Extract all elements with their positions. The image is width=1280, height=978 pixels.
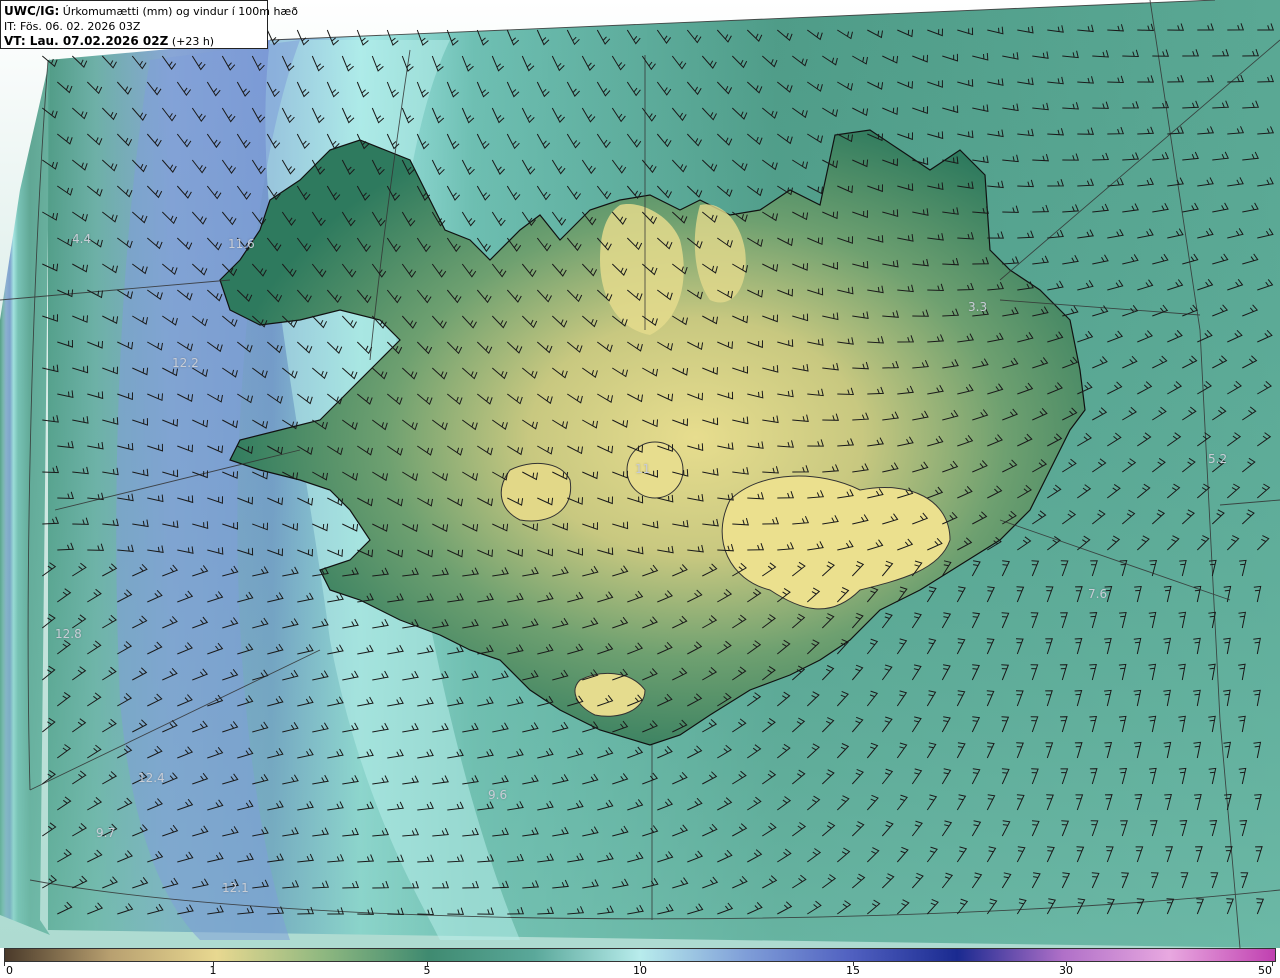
valid-time: VT: Lau. 07.02.2026 02Z xyxy=(4,34,169,48)
forecast-info-box: UWC/IG: Úrkomumætti (mm) og vindur í 100… xyxy=(0,0,298,49)
station-value: 5.2 xyxy=(1208,452,1228,466)
station-value: 11 xyxy=(635,462,651,476)
station-value: 7.6 xyxy=(1088,587,1108,601)
station-value: 9.7 xyxy=(96,826,116,840)
parameter-title: Úrkomumætti (mm) og vindur í 100m hæð xyxy=(62,5,298,18)
colorbar-tick-label: 10 xyxy=(633,964,647,977)
lead-time: (+23 h) xyxy=(171,35,215,48)
colorbar-tick xyxy=(1272,962,1273,966)
precipitation-colorbar: 0 1 5 10 15 30 50 xyxy=(0,948,1280,978)
station-value: 9.6 xyxy=(488,788,508,802)
colorbar-tick-label: 5 xyxy=(423,964,431,977)
station-value: 4.4 xyxy=(72,232,92,246)
colorbar-tick-label: 30 xyxy=(1059,964,1073,977)
colorbar-tick-label: 1 xyxy=(209,964,217,977)
colorbar-tick-label: 0 xyxy=(6,964,13,977)
station-value: 11.6 xyxy=(228,237,255,251)
colorbar-tick-label: 15 xyxy=(846,964,860,977)
station-value: 3.3 xyxy=(968,300,988,314)
forecast-map[interactable]: 4.4 11.6 12.2 12.8 12.4 9.7 12.1 9.6 3.3… xyxy=(0,0,1280,948)
colorbar-tick-label: 50 xyxy=(1258,964,1272,977)
station-value: 12.1 xyxy=(222,881,249,895)
init-time: IT: Fös. 06. 02. 2026 03Z xyxy=(4,20,141,33)
model-label: UWC/IG: xyxy=(4,4,60,18)
station-value: 12.2 xyxy=(172,356,199,370)
colorbar-strip xyxy=(4,948,1276,962)
colorbar-tick xyxy=(4,962,5,966)
station-value: 12.4 xyxy=(138,771,165,785)
station-value: 12.8 xyxy=(55,627,82,641)
